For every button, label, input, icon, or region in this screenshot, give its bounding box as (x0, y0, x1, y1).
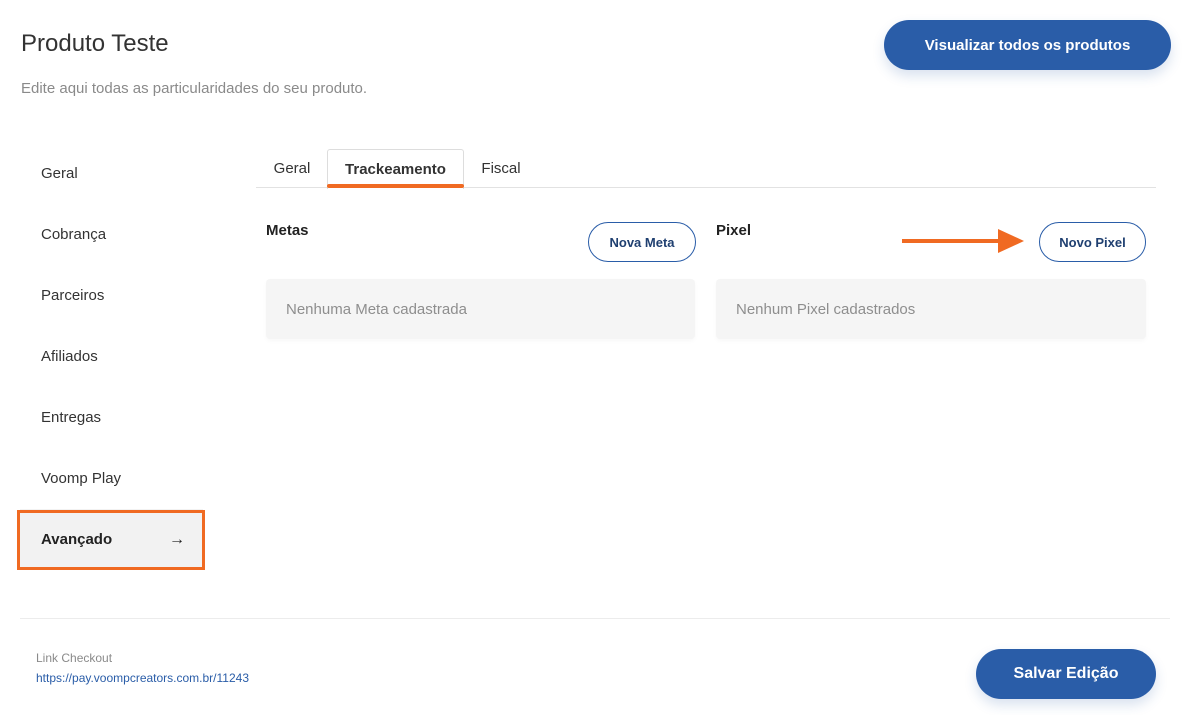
nova-meta-button[interactable]: Nova Meta (588, 222, 696, 262)
sidebar-item-avancado[interactable]: Avançado → (20, 509, 203, 570)
sidebar-item-label: Avançado (41, 531, 113, 548)
tab-trackeamento[interactable]: Trackeamento (327, 149, 464, 189)
checkout-link-label: Link Checkout (36, 651, 113, 665)
pixel-empty-state: Nenhum Pixel cadastrados (716, 279, 1146, 339)
pixel-heading: Pixel (716, 222, 752, 239)
view-all-products-button[interactable]: Visualizar todos os produtos (884, 20, 1171, 70)
sidebar: Geral Cobrança Parceiros Afiliados Entre… (20, 143, 203, 570)
sidebar-item-voomp-play[interactable]: Voomp Play (20, 448, 203, 509)
sidebar-item-geral[interactable]: Geral (20, 143, 203, 204)
page-subtitle: Edite aqui todas as particularidades do … (21, 80, 368, 97)
sidebar-item-parceiros[interactable]: Parceiros (20, 265, 203, 326)
page-title: Produto Teste (21, 30, 169, 57)
metas-heading: Metas (266, 222, 309, 239)
sidebar-item-label: Voomp Play (41, 470, 122, 487)
tab-bar: Geral Trackeamento Fiscal (256, 149, 1156, 189)
tab-geral[interactable]: Geral (259, 149, 325, 188)
sidebar-item-entregas[interactable]: Entregas (20, 387, 203, 448)
active-tab-indicator (327, 184, 464, 188)
novo-pixel-button[interactable]: Novo Pixel (1039, 222, 1146, 262)
sidebar-item-label: Cobrança (41, 226, 107, 243)
sidebar-item-afiliados[interactable]: Afiliados (20, 326, 203, 387)
sidebar-item-label: Parceiros (41, 287, 105, 304)
sidebar-item-cobranca[interactable]: Cobrança (20, 204, 203, 265)
sidebar-item-label: Afiliados (41, 348, 98, 365)
tab-fiscal[interactable]: Fiscal (466, 149, 536, 188)
checkout-link[interactable]: https://pay.voompcreators.com.br/11243 (36, 671, 249, 685)
arrow-right-icon: → (169, 530, 185, 548)
sidebar-item-label: Geral (41, 165, 78, 182)
save-edit-button[interactable]: Salvar Edição (976, 649, 1156, 699)
metas-empty-state: Nenhuma Meta cadastrada (266, 279, 695, 339)
footer-divider (20, 618, 1170, 619)
annotation-arrow-icon (902, 229, 1024, 253)
sidebar-item-label: Entregas (41, 409, 102, 426)
